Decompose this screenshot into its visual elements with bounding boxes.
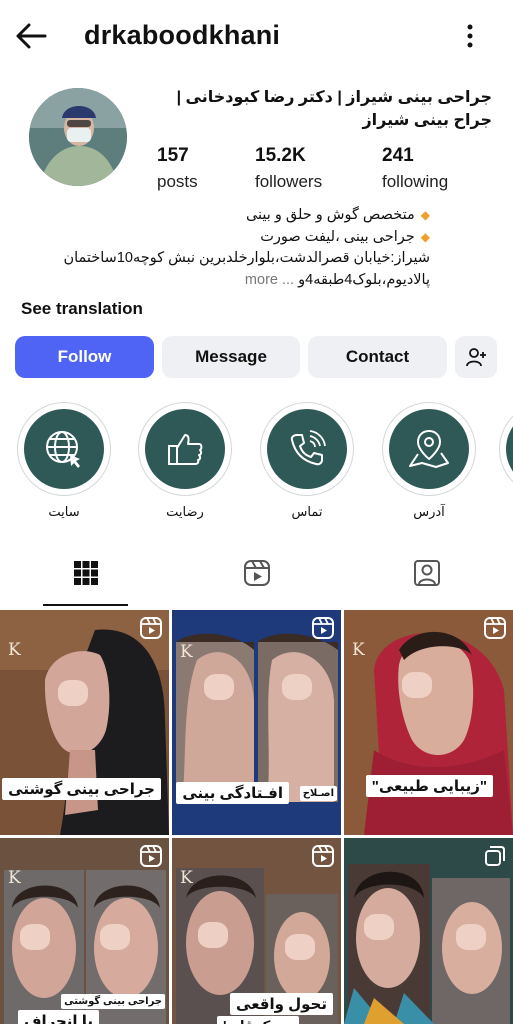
post-caption-small: در یک قاب! [216, 1016, 299, 1024]
highlight-disc [24, 409, 104, 489]
profile-display-name: جراحی بینی شیراز | دکتر رضا کبودخانی | ج… [176, 89, 492, 129]
diamond-icon: ◆ [420, 208, 430, 222]
face-blur [364, 914, 394, 940]
reels-icon [140, 617, 162, 639]
post-tile[interactable] [344, 838, 513, 1024]
highlight-disc [267, 409, 347, 489]
diamond-icon: ◆ [420, 229, 430, 244]
highlight-partial[interactable] [499, 402, 513, 496]
highlight-label: سایت [48, 504, 80, 519]
post-tile[interactable]: K تحول واقعی در یک قاب! [172, 838, 341, 1024]
posts-count-value: 157 [157, 145, 189, 166]
post-tile[interactable]: K جراحی بینی گوشتی با انحراف [0, 838, 169, 1024]
brand-logo: K [180, 868, 193, 888]
highlight-disc [389, 409, 469, 489]
posts-count[interactable]: 157 posts [157, 145, 198, 192]
more-vertical-icon[interactable] [458, 22, 482, 50]
highlight-ring [260, 402, 354, 496]
arrow-left-icon[interactable] [14, 22, 48, 50]
following-count-label: following [382, 172, 449, 191]
phone-icon [290, 430, 326, 466]
following-count[interactable]: 241 following [382, 145, 448, 192]
follow-button[interactable]: Follow [15, 336, 154, 378]
bio-more-link[interactable]: ... more [245, 272, 294, 288]
username: drkaboodkhani [84, 20, 281, 50]
highlight-ring [138, 402, 232, 496]
carousel-icon [485, 846, 505, 866]
highlight-ring [17, 402, 111, 496]
bio-line: ◆ متخصص گوش و حلق و بینی [20, 205, 430, 227]
highlight-contact[interactable]: تماس [258, 402, 356, 520]
reels-icon [140, 845, 162, 867]
bio-line: شیراز:خیابان قصرالدشت،بلوارخلدبرین نبش ک… [63, 250, 430, 266]
followers-count-label: followers [255, 172, 323, 191]
post-caption: جراحی بینی گوشتی [2, 778, 161, 800]
contact-button[interactable]: Contact [308, 336, 447, 378]
post-caption-small: اصـلاح [299, 786, 337, 801]
following-count-value: 241 [382, 145, 414, 166]
post-caption: با انحراف [18, 1010, 99, 1024]
post-caption: تحول واقعی [230, 993, 333, 1015]
post-tile[interactable]: K "زیبایی طبیعی" [344, 610, 513, 835]
face-blur [456, 924, 486, 950]
face-blur [198, 922, 228, 948]
post-image [344, 610, 513, 835]
highlight-address[interactable]: آدرس [380, 402, 478, 520]
face-blur [100, 924, 130, 950]
top-bar: drkaboodkhani [0, 0, 513, 72]
post-caption: افـتادگی بینی [176, 782, 289, 804]
highlight-disc [145, 409, 225, 489]
highlight-ring [499, 402, 513, 496]
bio-text: متخصص گوش و حلق و بینی [245, 207, 415, 223]
reels-icon [312, 617, 334, 639]
bio: ◆ متخصص گوش و حلق و بینی ◆ جراحی بینی ،لیف… [20, 205, 430, 291]
highlight-disc [506, 409, 513, 489]
face-blur [204, 674, 234, 700]
highlight-satisfaction[interactable]: رضایت [136, 402, 234, 520]
bio-text: پالادیوم،بلوک4طبقه4و [298, 271, 430, 288]
bio-line: پالادیوم،بلوک4طبقه4و ... more [20, 270, 430, 292]
message-button[interactable]: Message [162, 336, 300, 378]
post-tile[interactable]: K جراحی بینی گوشتی [0, 610, 169, 835]
globe-cursor-icon [46, 431, 80, 468]
thumbs-up-icon [168, 434, 203, 465]
see-translation-link[interactable]: See translation [21, 299, 143, 319]
face-blur [285, 934, 315, 960]
face-blur [58, 680, 88, 706]
post-caption: "زیبایی طبیعی" [365, 775, 493, 797]
face-blur [282, 674, 312, 700]
highlight-ring [382, 402, 476, 496]
posts-count-label: posts [157, 172, 198, 191]
avatar[interactable] [29, 88, 127, 186]
add-user-icon [466, 348, 486, 367]
face-blur [20, 924, 50, 950]
avatar-photo [29, 88, 127, 186]
highlight-label: رضایت [166, 504, 204, 519]
brand-logo: K [8, 640, 21, 660]
profile-tabs [0, 548, 513, 606]
brand-logo: K [8, 868, 21, 888]
highlight-label: تماس [291, 504, 323, 519]
bio-line: ◆ جراحی بینی ،لیفت صورت [20, 227, 430, 249]
posts-grid: K جراحی بینی گوشتی K افـتادگی بینی اصـلا… [0, 610, 513, 1024]
tagged-user-icon[interactable] [412, 558, 442, 588]
face-blur [402, 672, 432, 698]
post-caption-small: جراحی بینی گوشتی [61, 994, 165, 1009]
followers-count[interactable]: 15.2K followers [255, 145, 322, 192]
brand-logo: K [180, 642, 193, 662]
reels-icon[interactable] [242, 558, 272, 588]
brand-logo: K [352, 640, 365, 660]
post-image [0, 610, 169, 835]
reels-icon [312, 845, 334, 867]
post-tile[interactable]: K افـتادگی بینی اصـلاح [172, 610, 341, 835]
add-user-button[interactable] [455, 336, 497, 378]
bio-text: جراحی بینی ،لیفت صورت [260, 228, 415, 245]
map-pin-icon [409, 429, 449, 468]
reels-icon [484, 617, 506, 639]
active-tab-indicator [43, 604, 128, 606]
highlight-site[interactable]: سایت [15, 402, 113, 520]
grid-icon[interactable] [71, 558, 101, 588]
followers-count-value: 15.2K [255, 145, 306, 166]
highlight-label: آدرس [413, 504, 445, 519]
